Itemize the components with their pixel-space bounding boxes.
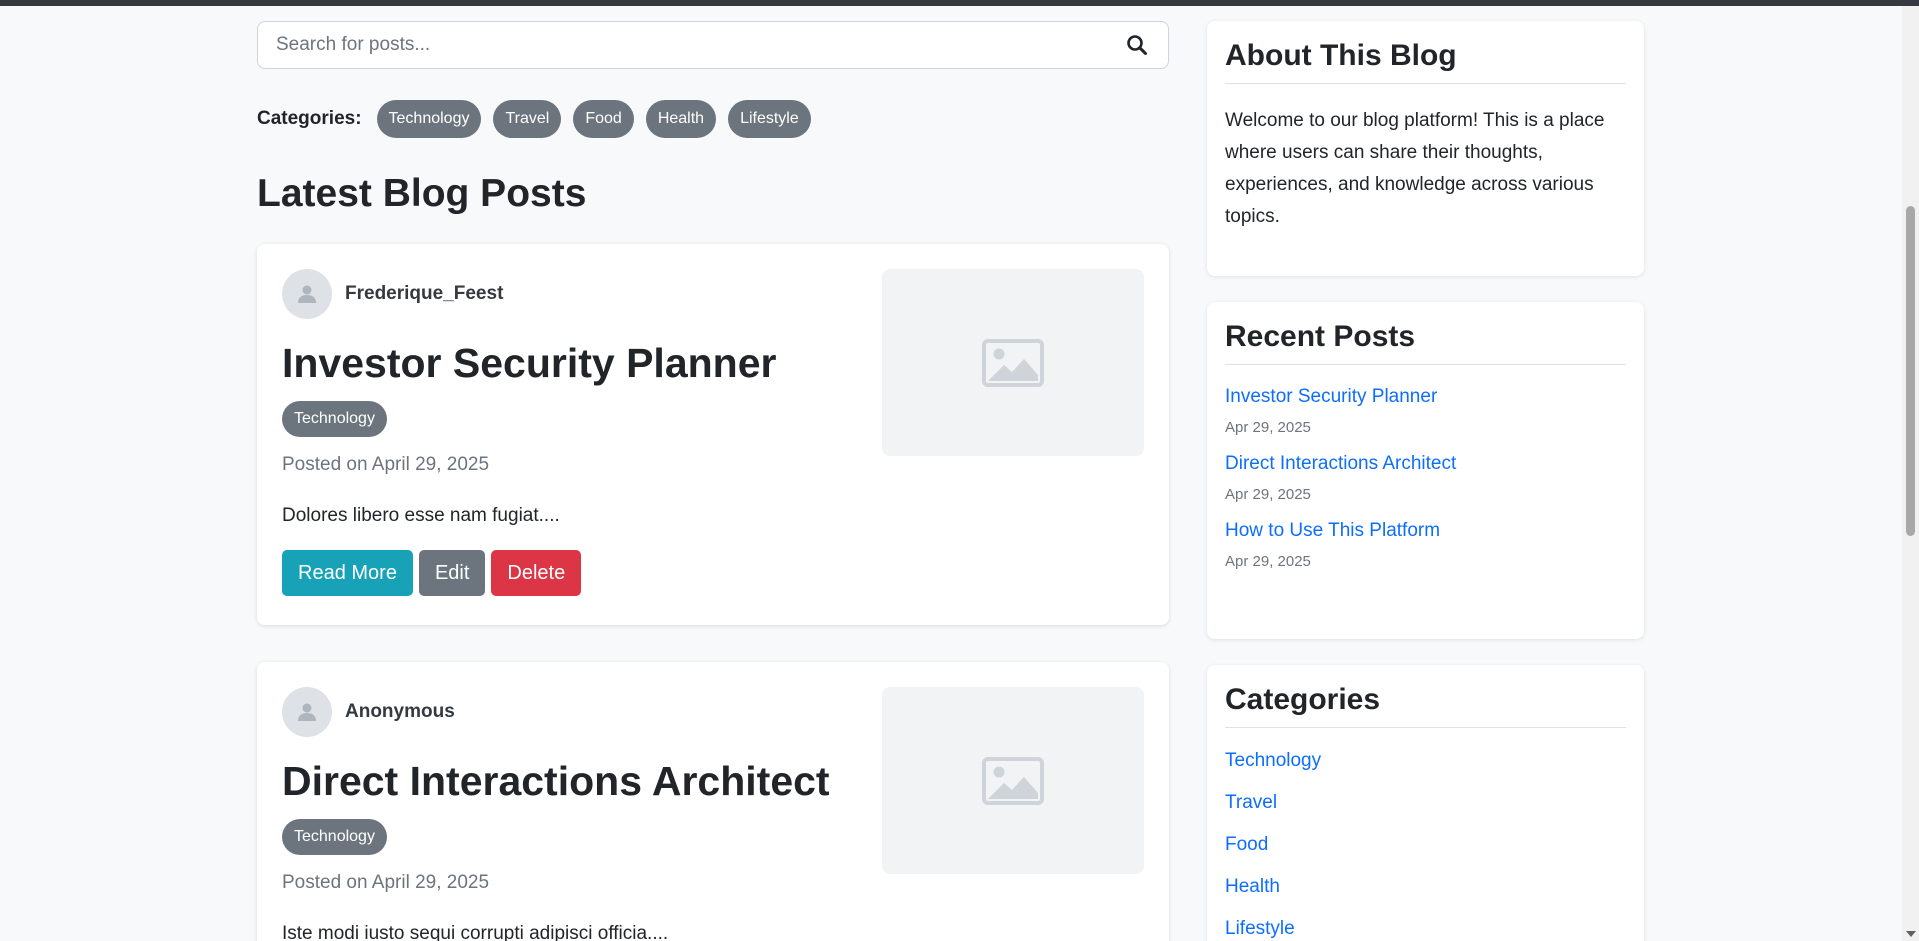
recent-post-date: Apr 29, 2025 <box>1225 419 1311 436</box>
post-category-badge: Technology <box>282 819 387 855</box>
post-thumbnail <box>882 687 1144 874</box>
categories-title: Categories <box>1225 683 1626 728</box>
category-link-technology[interactable]: Technology <box>1225 749 1626 773</box>
post-card: Anonymous Direct Interactions Architect … <box>257 662 1169 941</box>
category-pill-food[interactable]: Food <box>573 100 634 138</box>
about-title: About This Blog <box>1225 39 1626 84</box>
search-icon[interactable] <box>1124 32 1150 58</box>
category-link-food[interactable]: Food <box>1225 833 1626 857</box>
recent-posts-title: Recent Posts <box>1225 320 1626 365</box>
categories-list: Technology Travel Food Health Lifestyle <box>1225 749 1626 941</box>
page-title: Latest Blog Posts <box>257 172 587 215</box>
user-icon <box>298 285 316 303</box>
recent-post-date: Apr 29, 2025 <box>1225 486 1311 503</box>
user-icon <box>298 703 316 721</box>
search-bar <box>257 21 1169 69</box>
scroll-down-arrow-icon[interactable] <box>1906 931 1916 937</box>
post-excerpt: Iste modi iusto sequi corrupti adipisci … <box>282 923 669 941</box>
delete-button[interactable]: Delete <box>491 550 582 596</box>
recent-post-link[interactable]: Investor Security Planner <box>1225 385 1626 409</box>
image-placeholder-icon <box>982 338 1044 387</box>
image-placeholder-icon <box>982 756 1044 805</box>
recent-post-date: Apr 29, 2025 <box>1225 553 1311 570</box>
category-link-lifestyle[interactable]: Lifestyle <box>1225 917 1626 941</box>
post-date: Posted on April 29, 2025 <box>282 872 490 893</box>
author-name: Anonymous <box>345 701 455 722</box>
categories-widget: Categories Technology Travel Food Health… <box>1207 665 1644 941</box>
recent-post-link[interactable]: Direct Interactions Architect <box>1225 452 1626 476</box>
recent-post-item: Investor Security Planner Apr 29, 2025 <box>1225 385 1626 436</box>
recent-posts-list: Investor Security Planner Apr 29, 2025 D… <box>1225 385 1626 570</box>
scrollbar[interactable] <box>1902 6 1919 941</box>
post-category-badge: Technology <box>282 401 387 437</box>
recent-post-item: How to Use This Platform Apr 29, 2025 <box>1225 519 1626 570</box>
post-excerpt: Dolores libero esse nam fugiat.... <box>282 505 560 526</box>
category-pill-technology[interactable]: Technology <box>376 100 482 138</box>
about-text: Welcome to our blog platform! This is a … <box>1225 110 1605 227</box>
category-link-travel[interactable]: Travel <box>1225 791 1626 815</box>
post-date: Posted on April 29, 2025 <box>282 454 490 475</box>
post-thumbnail <box>882 269 1144 456</box>
search-input[interactable] <box>276 34 1124 56</box>
categories-label: Categories: <box>257 108 362 129</box>
recent-post-link[interactable]: How to Use This Platform <box>1225 519 1626 543</box>
main-column: Categories: Technology Travel Food Healt… <box>257 21 1169 941</box>
category-pill-lifestyle[interactable]: Lifestyle <box>728 100 811 138</box>
recent-posts-widget: Recent Posts Investor Security Planner A… <box>1207 302 1644 639</box>
edit-button[interactable]: Edit <box>418 550 486 596</box>
sidebar: About This Blog Welcome to our blog plat… <box>1207 21 1644 941</box>
category-link-health[interactable]: Health <box>1225 875 1626 899</box>
read-more-button[interactable]: Read More <box>282 550 413 596</box>
category-filter-bar: Categories: Technology Travel Food Healt… <box>257 100 1169 138</box>
avatar <box>282 269 332 319</box>
category-pill-health[interactable]: Health <box>645 100 717 138</box>
category-pill-travel[interactable]: Travel <box>493 100 562 138</box>
about-widget: About This Blog Welcome to our blog plat… <box>1207 21 1644 276</box>
avatar <box>282 687 332 737</box>
recent-post-item: Direct Interactions Architect Apr 29, 20… <box>1225 452 1626 503</box>
browser-top-bar <box>0 0 1919 6</box>
author-name: Frederique_Feest <box>345 283 504 304</box>
post-actions: Read More Edit Delete <box>282 550 1144 596</box>
scrollbar-thumb[interactable] <box>1906 206 1915 536</box>
post-card: Frederique_Feest Investor Security Plann… <box>257 244 1169 625</box>
